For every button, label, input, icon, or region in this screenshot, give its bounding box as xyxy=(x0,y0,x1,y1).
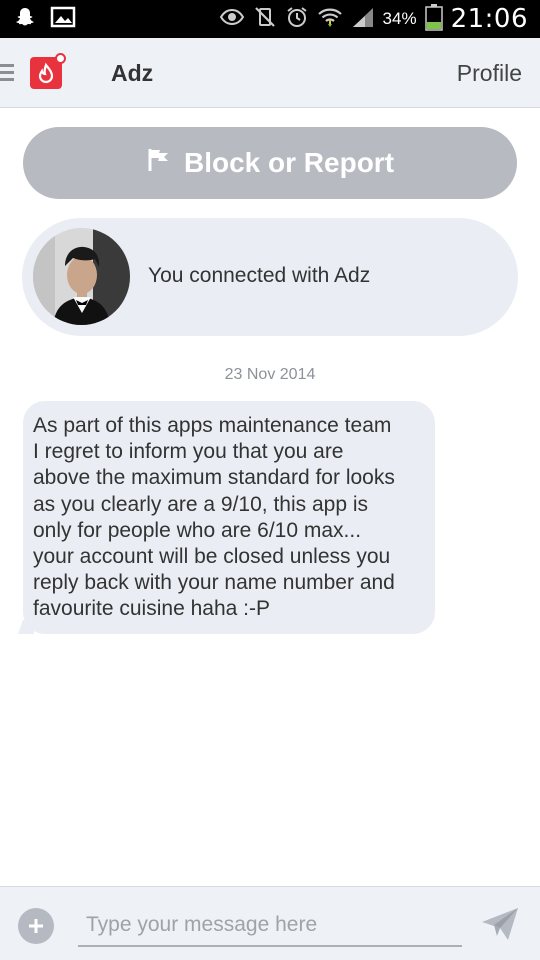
clock: 21:06 xyxy=(450,4,528,34)
message-bubble-tail xyxy=(18,620,34,634)
alarm-icon xyxy=(285,5,309,34)
profile-button[interactable]: Profile xyxy=(457,60,522,87)
plus-icon[interactable] xyxy=(18,908,54,944)
send-icon[interactable] xyxy=(480,906,520,942)
eye-icon xyxy=(219,7,245,32)
status-bar-left xyxy=(14,6,76,33)
message-text: As part of this apps maintenance team I … xyxy=(33,414,395,621)
chat-partner-name[interactable]: Adz xyxy=(111,60,153,87)
status-bar-right: 34% 21:06 xyxy=(219,0,528,38)
conversation-date: 23 Nov 2014 xyxy=(224,366,316,383)
status-bar: 34% 21:06 xyxy=(0,0,540,38)
chat-header: Adz Profile xyxy=(0,38,540,108)
message-input[interactable] xyxy=(78,905,462,947)
wifi-icon xyxy=(317,6,343,33)
block-or-report-label: Block or Report xyxy=(183,147,395,178)
app-logo-icon[interactable] xyxy=(30,53,66,89)
signal-icon xyxy=(351,6,375,33)
connection-card: You connected with Adz xyxy=(22,218,518,336)
battery-icon xyxy=(424,3,443,36)
message-composer xyxy=(0,886,540,960)
gallery-icon xyxy=(50,6,76,33)
hamburger-icon[interactable] xyxy=(0,64,14,82)
avatar[interactable] xyxy=(33,228,130,325)
incoming-message-bubble[interactable]: As part of this apps maintenance team I … xyxy=(23,401,435,634)
flag-icon xyxy=(146,147,172,180)
block-or-report-button[interactable]: Block or Report xyxy=(23,127,517,199)
vibrate-mute-icon xyxy=(253,5,277,34)
connection-message: You connected with Adz xyxy=(148,264,371,287)
snapchat-icon xyxy=(14,6,36,33)
battery-percentage: 34% xyxy=(382,9,417,28)
